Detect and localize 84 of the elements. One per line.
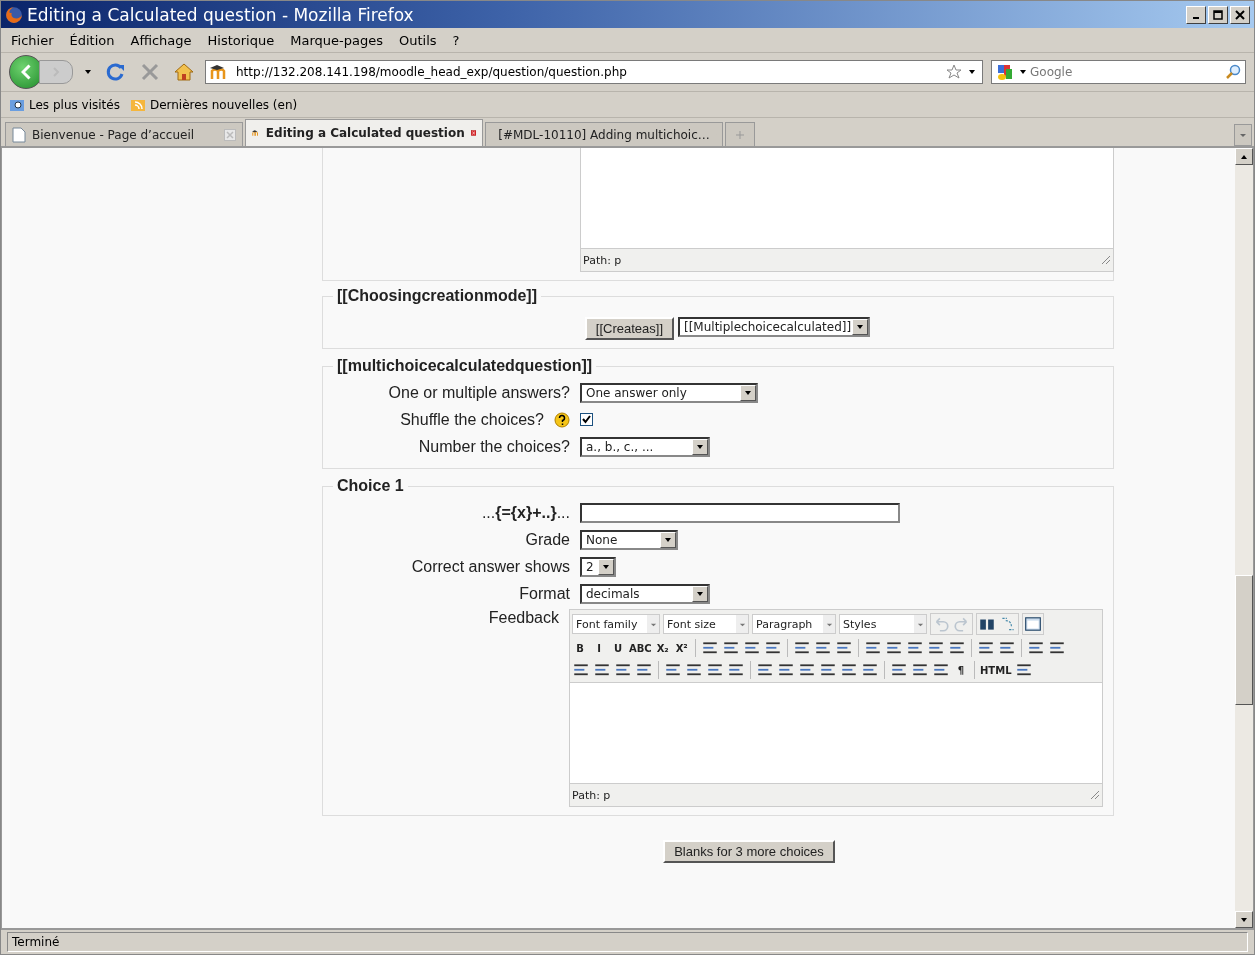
search-placeholder: Google	[1030, 65, 1074, 79]
resize-handle-icon[interactable]	[1101, 255, 1111, 265]
browser-tab[interactable]: [#MDL-10110] Adding multichoic…	[485, 122, 723, 146]
menu-item[interactable]: Historique	[207, 32, 275, 48]
editor-toolbar-button[interactable]: I	[591, 639, 607, 657]
vertical-scrollbar[interactable]	[1235, 148, 1253, 928]
path-label: Path: p	[583, 253, 622, 267]
browser-tab[interactable]: Bienvenue - Page d’accueil	[5, 122, 243, 146]
create-as-button[interactable]: [[Createas]]	[584, 317, 674, 340]
field-label: Number the choices?	[418, 437, 570, 456]
field-label: ...{={x}+..}...	[481, 503, 570, 522]
minimize-icon	[1193, 16, 1199, 19]
dropdown-arrow-icon	[696, 589, 704, 598]
browser-tab[interactable]: Editing a Calculated question	[245, 119, 483, 146]
editor-dropdown[interactable]: Styles	[839, 614, 927, 634]
close-icon	[1235, 9, 1245, 20]
section-heading: Choice 1	[336, 477, 405, 495]
field-label: One or multiple answers?	[388, 383, 570, 402]
field-label: Format	[519, 584, 570, 603]
menu-item[interactable]: Fichier	[11, 32, 54, 48]
editor-dropdown[interactable]: Paragraph	[752, 614, 836, 634]
section-heading: [[multichoicecalculatedquestion]]	[336, 357, 594, 375]
field-label: Feedback	[488, 609, 559, 627]
dropdown-arrow-icon	[696, 442, 704, 451]
dropdown-select[interactable]: decimals	[580, 583, 710, 604]
resize-handle-icon[interactable]	[1090, 790, 1100, 800]
editor-toolbar-button[interactable]: ABC	[629, 639, 652, 657]
field-label: Correct answer shows	[411, 557, 570, 576]
close-button[interactable]	[1230, 5, 1250, 24]
dropdown-select[interactable]: a., b., c., ...	[580, 436, 710, 457]
editor-toolbar-button[interactable]: U	[610, 639, 626, 657]
editor-dropdown[interactable]: Font size	[663, 614, 749, 634]
menu-item[interactable]: ?	[452, 32, 460, 48]
scrollbar-thumb[interactable]	[1235, 575, 1253, 705]
dropdown-caret-icon[interactable]	[84, 68, 92, 76]
home-icon[interactable]	[174, 62, 194, 82]
add-choices-button[interactable]: Blanks for 3 more choices	[663, 840, 835, 863]
status-text: Terminé	[7, 932, 1248, 952]
dropdown-select[interactable]: One answer only	[580, 382, 758, 403]
minimize-button[interactable]	[1186, 5, 1206, 24]
editor-toolbar-button[interactable]: HTML	[980, 661, 1012, 679]
editor-toolbar-button[interactable]: X²	[673, 639, 690, 657]
address-text: http://132.208.141.198/moodle_head_exp/question/question.php	[236, 65, 628, 79]
section-heading: [[Choosingcreationmode]]	[336, 287, 538, 305]
page-icon	[12, 126, 26, 143]
reload-icon[interactable]	[106, 62, 126, 82]
question-type-select[interactable]: [[Multiplechoicecalculated]]	[678, 317, 870, 337]
path-label: Path: p	[572, 788, 611, 802]
dropdown-arrow-icon	[744, 388, 752, 397]
caret-icon	[1239, 131, 1247, 139]
dropdown-caret-icon[interactable]	[1019, 68, 1027, 76]
editor-toolbar-button[interactable]: ¶	[953, 661, 969, 679]
dropdown-arrow-icon	[856, 323, 864, 331]
firefox-icon	[5, 5, 23, 24]
dropdown-caret-icon[interactable]	[968, 68, 976, 76]
window-title: Editing a Calculated question - Mozilla Firefox	[27, 4, 415, 25]
menu-item[interactable]: Marque-pages	[290, 32, 383, 48]
dropdown-select[interactable]: None	[580, 529, 678, 550]
menu-item[interactable]: Outils	[398, 32, 437, 48]
maximize-icon	[1213, 9, 1223, 20]
bookmark-link[interactable]: Dernières nouvelles (en)	[149, 97, 298, 112]
checkbox[interactable]	[580, 413, 593, 426]
editor-dropdown[interactable]: Font family	[572, 614, 660, 634]
star-icon[interactable]	[946, 64, 962, 80]
search-field[interactable]: Google	[991, 60, 1246, 84]
fullscreen-icon[interactable]	[1024, 615, 1042, 633]
scroll-down-icon	[1240, 915, 1248, 924]
answer-input-field[interactable]	[580, 502, 900, 523]
menu-item[interactable]: Affichage	[130, 32, 192, 48]
plus-icon	[735, 129, 745, 140]
dropdown-arrow-icon	[602, 562, 610, 571]
address-bar[interactable]: http://132.208.141.198/moodle_head_exp/question/question.php	[205, 60, 983, 84]
help-icon[interactable]	[554, 411, 570, 428]
dropdown-select[interactable]: 2	[580, 556, 616, 577]
maximize-button[interactable]	[1208, 5, 1228, 24]
editor-toolbar-button[interactable]: B	[572, 639, 588, 657]
tab-close-icon[interactable]	[470, 127, 476, 139]
bookmark-link[interactable]: Les plus visités	[29, 97, 120, 112]
field-label: Shuffle the choices?	[400, 410, 544, 429]
dropdown-arrow-icon	[664, 535, 672, 544]
search-icon[interactable]	[1225, 64, 1241, 80]
field-label: Grade	[525, 530, 570, 549]
menu-item[interactable]: Édition	[69, 32, 115, 48]
editor-toolbar-button[interactable]: X₂	[654, 639, 671, 657]
